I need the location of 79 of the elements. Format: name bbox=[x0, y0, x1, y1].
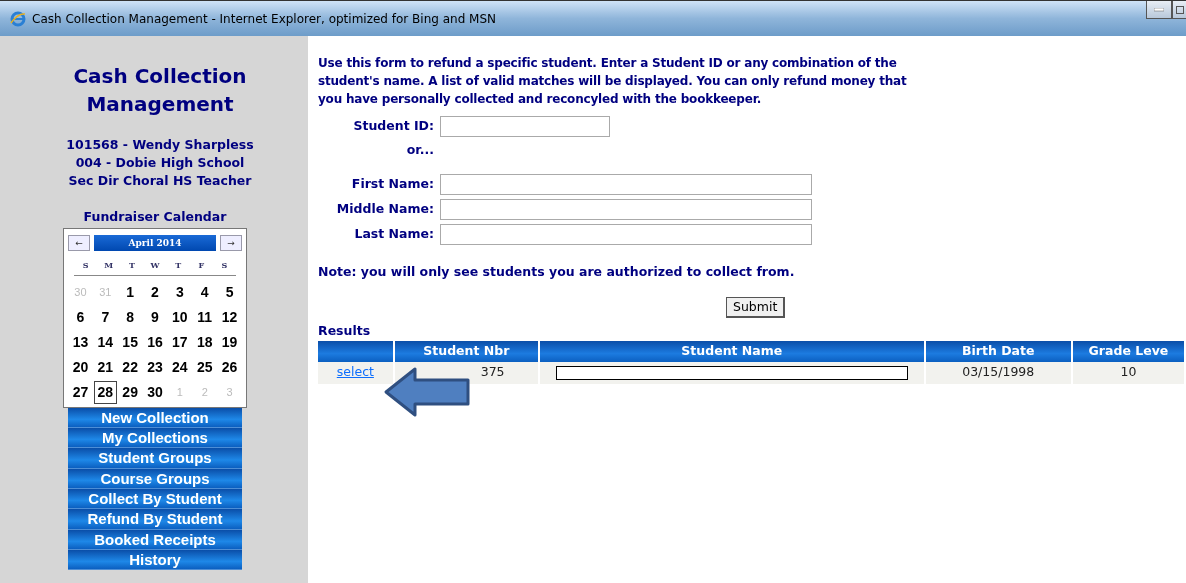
calendar-day[interactable]: 24 bbox=[167, 354, 193, 380]
calendar-day[interactable]: 18 bbox=[192, 329, 218, 355]
calendar-day[interactable]: 17 bbox=[167, 329, 193, 355]
menu-item[interactable]: History bbox=[68, 549, 242, 571]
maximize-button[interactable] bbox=[1172, 1, 1186, 19]
weekday-label: T bbox=[127, 258, 136, 272]
note-text: Note: you will only see students you are authorized to collect from. bbox=[318, 262, 796, 281]
column-header: Birth Date bbox=[925, 341, 1071, 362]
calendar-day[interactable]: 13 bbox=[68, 329, 93, 355]
calendar-day[interactable]: 22 bbox=[117, 354, 143, 380]
app-title: Cash Collection Management bbox=[72, 63, 248, 118]
table-cell: 03/15/1998 bbox=[925, 361, 1071, 384]
calendar-day[interactable]: 15 bbox=[117, 329, 143, 355]
field-label: Last Name: bbox=[353, 224, 434, 243]
calendar-day[interactable]: 11 bbox=[192, 304, 218, 330]
calendar-day[interactable]: 3 bbox=[167, 279, 193, 305]
calendar-day[interactable]: 28 bbox=[92, 379, 118, 405]
minimize-button[interactable] bbox=[1146, 1, 1172, 19]
menu-item[interactable]: Booked Receipts bbox=[68, 529, 242, 550]
calendar-day[interactable]: 26 bbox=[217, 354, 242, 380]
field-label: Middle Name: bbox=[335, 199, 434, 218]
calendar-title: Fundraiser Calendar bbox=[83, 208, 227, 226]
column-header: Student Nbr bbox=[394, 341, 538, 362]
calendar-day[interactable]: 4 bbox=[192, 279, 218, 305]
calendar-day[interactable]: 25 bbox=[192, 354, 218, 380]
column-header: Student Name bbox=[540, 341, 924, 362]
menu-item[interactable]: Collect By Student bbox=[68, 488, 242, 510]
weekday-label: S bbox=[81, 258, 90, 272]
calendar-day[interactable]: 9 bbox=[142, 304, 168, 330]
calendar-day[interactable]: 8 bbox=[117, 304, 143, 330]
maximize-icon bbox=[1175, 5, 1184, 14]
menu-item[interactable]: Student Groups bbox=[68, 448, 242, 469]
calendar-day[interactable]: 20 bbox=[68, 354, 93, 380]
menu-item[interactable]: New Collection bbox=[68, 407, 242, 429]
user-info-text: 101568 - Wendy Sharpless bbox=[66, 136, 254, 154]
user-info-text: Sec Dir Choral HS Teacher bbox=[67, 172, 253, 190]
calendar-day[interactable]: 19 bbox=[217, 329, 242, 355]
calendar-day[interactable]: 16 bbox=[142, 329, 168, 355]
calendar-day[interactable]: 29 bbox=[117, 379, 143, 405]
user-info-text: 004 - Dobie High School bbox=[74, 154, 246, 172]
previous-month-button[interactable]: ← bbox=[68, 234, 90, 251]
menu-item[interactable]: Course Groups bbox=[68, 468, 242, 489]
table-cell: 10 bbox=[1072, 361, 1184, 384]
calendar-day[interactable]: 6 bbox=[68, 304, 93, 330]
calendar-day[interactable]: 10 bbox=[167, 304, 193, 330]
name-field[interactable] bbox=[440, 173, 812, 195]
weekday-label: S bbox=[220, 258, 229, 272]
calendar-day[interactable]: 2 bbox=[142, 279, 168, 305]
submit-button[interactable]: Submit bbox=[726, 296, 786, 319]
field-label: Student ID: bbox=[352, 117, 434, 136]
select-link[interactable]: select bbox=[336, 364, 374, 380]
weekday-label: F bbox=[197, 258, 206, 272]
results-title: Results bbox=[318, 322, 372, 341]
browser-logo-icon bbox=[10, 10, 26, 27]
calendar-day[interactable]: 1 bbox=[117, 279, 143, 305]
name-field[interactable] bbox=[440, 198, 812, 220]
next-month-button[interactable]: → bbox=[220, 234, 242, 251]
menu-item[interactable]: Refund By Student bbox=[68, 509, 242, 530]
calendar-day[interactable]: 7 bbox=[92, 304, 118, 330]
or-text: or... bbox=[405, 141, 434, 159]
calendar-day[interactable]: 5 bbox=[217, 279, 242, 305]
calendar-day[interactable]: 30 bbox=[142, 379, 168, 405]
name-field[interactable] bbox=[440, 223, 812, 245]
menu-item[interactable]: My Collections bbox=[68, 428, 242, 449]
calendar-day[interactable]: 21 bbox=[92, 354, 118, 380]
weekday-label: T bbox=[174, 258, 183, 272]
minimize-icon bbox=[1154, 7, 1164, 12]
column-header: Grade Leve bbox=[1072, 341, 1184, 362]
weekday-label: W bbox=[149, 258, 161, 272]
weekday-label: M bbox=[103, 258, 115, 272]
calendar-day[interactable]: 23 bbox=[142, 354, 168, 380]
instructions-text: Use this form to refund a specific student. Enter a Student ID or any combination of the student's name. A list of valid matches will be displayed. You can only refund money that you have personally collected and reconcyled with the bookkeeper. bbox=[318, 55, 908, 108]
student-id-field[interactable] bbox=[440, 116, 610, 137]
calendar-month-header: April 2014 bbox=[94, 234, 216, 251]
field-label: First Name: bbox=[350, 174, 434, 193]
calendar-day[interactable]: 27 bbox=[68, 379, 93, 405]
window-title: Cash Collection Management - Internet Explorer, optimized for Bing and MSN bbox=[32, 10, 497, 28]
calendar-day[interactable]: 12 bbox=[217, 304, 242, 330]
calendar-day[interactable]: 14 bbox=[92, 329, 118, 355]
